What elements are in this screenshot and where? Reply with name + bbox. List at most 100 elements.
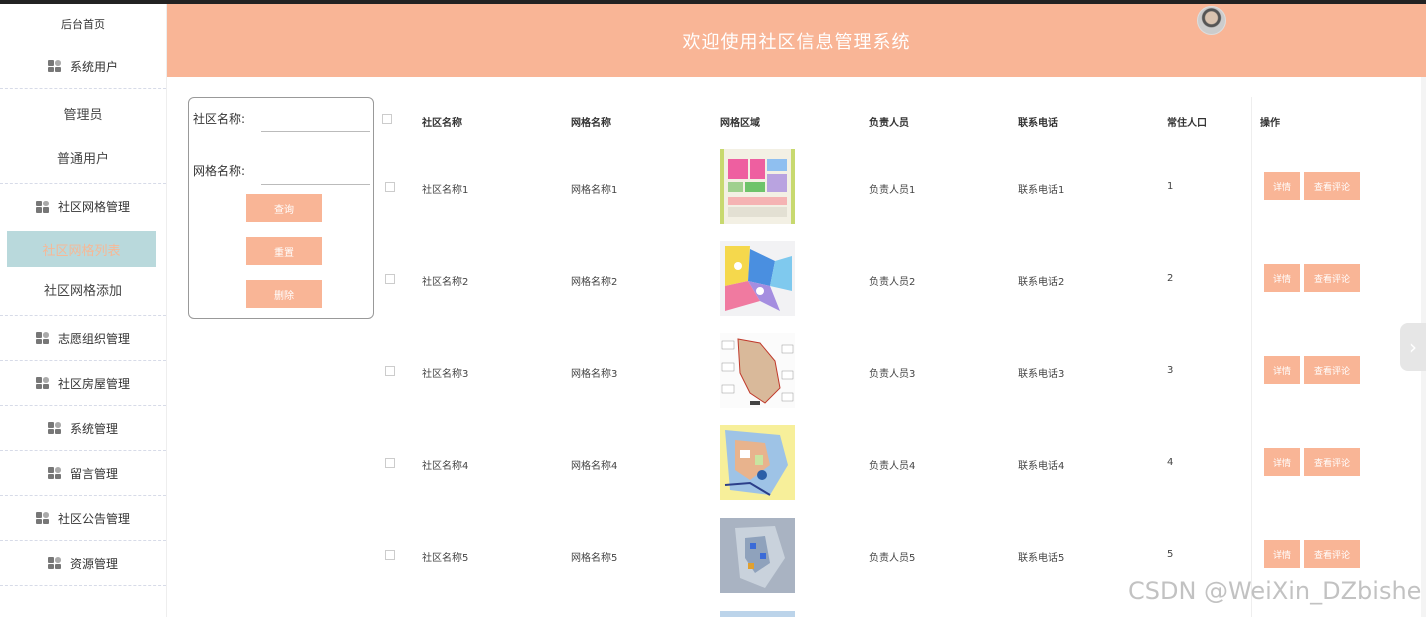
grid-area-image[interactable] [720, 425, 795, 500]
table-row: 社区名称1 网格名称1 负责人员1 联系电话1 1 详情 查看评论 [376, 149, 1422, 241]
sidebar-item-housing[interactable]: 社区房屋管理 [0, 361, 166, 406]
column-header: 操作 [1260, 118, 1280, 129]
cell-phone: 联系电话4 [1018, 461, 1065, 472]
view-comments-button[interactable]: 查看评论 [1304, 264, 1360, 292]
sidebar-item-system-mgmt[interactable]: 系统管理 [0, 406, 166, 451]
sidebar-subitem-grid-add[interactable]: 社区网格添加 [0, 267, 166, 311]
sidebar-subitem-admin[interactable]: 管理员 [0, 91, 166, 135]
column-header: 联系电话 [1018, 118, 1058, 129]
community-name-label: 社区名称: [193, 112, 246, 126]
cell-person: 负责人员5 [869, 553, 916, 564]
row-checkbox[interactable] [385, 182, 395, 192]
detail-button[interactable]: 详情 [1264, 540, 1300, 568]
delete-button[interactable]: 删除 [246, 280, 322, 308]
sidebar-home-link[interactable]: 后台首页 [0, 4, 166, 44]
cell-grid: 网格名称1 [571, 185, 618, 196]
cell-community: 社区名称4 [422, 461, 469, 472]
cell-phone: 联系电话3 [1018, 369, 1065, 380]
avatar[interactable] [1197, 6, 1226, 35]
chevron-right-icon[interactable]: › [1400, 323, 1426, 371]
sidebar-submenu-grid: 社区网格列表 社区网格添加 [0, 229, 166, 316]
cell-person: 负责人员3 [869, 369, 916, 380]
cell-grid: 网格名称3 [571, 369, 618, 380]
cell-population: 1 [1167, 181, 1174, 192]
detail-button[interactable]: 详情 [1264, 172, 1300, 200]
cell-grid: 网格名称4 [571, 461, 618, 472]
menu-grid-icon [35, 332, 50, 344]
grid-name-input[interactable] [261, 184, 370, 185]
menu-grid-icon [35, 377, 50, 389]
page-title: 欢迎使用社区信息管理系统 [682, 31, 911, 53]
cell-phone: 联系电话2 [1018, 277, 1065, 288]
cell-grid: 网格名称2 [571, 277, 618, 288]
row-checkbox[interactable] [385, 550, 395, 560]
cell-population: 4 [1167, 457, 1174, 468]
sidebar-item-system-users[interactable]: 系统用户 [0, 44, 166, 89]
column-header: 负责人员 [869, 118, 909, 129]
cell-population: 3 [1167, 365, 1174, 376]
menu-grid-icon [47, 60, 62, 72]
sidebar-item-resources[interactable]: 资源管理 [0, 541, 166, 586]
column-header: 社区名称 [422, 118, 462, 129]
community-name-input[interactable] [261, 131, 370, 132]
cell-community: 社区名称1 [422, 185, 469, 196]
table-row: 社区名称2 网格名称2 负责人员2 联系电话2 2 详情 查看评论 [376, 241, 1422, 333]
sidebar-subitem-grid-list[interactable]: 社区网格列表 [7, 231, 156, 267]
table-row: 社区名称3 网格名称3 负责人员3 联系电话3 3 详情 查看评论 [376, 333, 1422, 425]
table-row: 社区名称4 网格名称4 负责人员4 联系电话4 4 详情 查看评论 [376, 425, 1422, 517]
grid-name-label: 网格名称: [193, 164, 246, 178]
grid-area-image[interactable] [720, 611, 795, 617]
cell-community: 社区名称2 [422, 277, 469, 288]
grid-area-image[interactable] [720, 149, 795, 224]
detail-button[interactable]: 详情 [1264, 356, 1300, 384]
sidebar-item-volunteer[interactable]: 志愿组织管理 [0, 316, 166, 361]
cell-community: 社区名称5 [422, 553, 469, 564]
column-header: 网格名称 [571, 118, 611, 129]
cell-phone: 联系电话5 [1018, 553, 1065, 564]
search-panel: 社区名称: 网格名称: 查询 重置 删除 [188, 97, 374, 319]
menu-grid-icon [47, 557, 62, 569]
row-checkbox[interactable] [385, 366, 395, 376]
view-comments-button[interactable]: 查看评论 [1304, 356, 1360, 384]
sidebar-subitem-normal-user[interactable]: 普通用户 [0, 135, 166, 179]
column-header: 常住人口 [1167, 118, 1207, 129]
sidebar-item-label: 资源管理 [69, 556, 118, 571]
detail-button[interactable]: 详情 [1264, 264, 1300, 292]
grid-area-image[interactable] [720, 241, 795, 316]
cell-community: 社区名称3 [422, 369, 469, 380]
view-comments-button[interactable]: 查看评论 [1304, 448, 1360, 476]
view-comments-button[interactable]: 查看评论 [1304, 172, 1360, 200]
menu-grid-icon [35, 200, 50, 213]
sidebar-item-announcements[interactable]: 社区公告管理 [0, 496, 166, 541]
sidebar-item-label: 留言管理 [69, 466, 118, 481]
sidebar-item-label: 系统管理 [69, 421, 118, 436]
menu-grid-icon [47, 467, 62, 479]
detail-button[interactable]: 详情 [1264, 448, 1300, 476]
watermark: CSDN @WeiXin_DZbishe [1128, 577, 1422, 605]
grid-area-image[interactable] [720, 333, 795, 408]
sidebar: 后台首页 系统用户 管理员 普通用户 社区网格管理 社区网格列表 社区网格添加 … [0, 4, 167, 617]
reset-button[interactable]: 重置 [246, 237, 322, 265]
cell-population: 5 [1167, 549, 1174, 560]
row-checkbox[interactable] [385, 458, 395, 468]
row-checkbox[interactable] [385, 274, 395, 284]
grid-area-image[interactable] [720, 518, 795, 593]
sidebar-item-label: 社区房屋管理 [57, 376, 130, 391]
cell-grid: 网格名称5 [571, 553, 618, 564]
column-header: 网格区域 [720, 118, 760, 129]
sidebar-item-label: 社区网格管理 [57, 200, 130, 214]
cell-phone: 联系电话1 [1018, 185, 1065, 196]
page-header: 欢迎使用社区信息管理系统 [167, 4, 1426, 77]
view-comments-button[interactable]: 查看评论 [1304, 540, 1360, 568]
sidebar-item-messages[interactable]: 留言管理 [0, 451, 166, 496]
cell-population: 2 [1167, 273, 1174, 284]
sidebar-item-label: 社区公告管理 [57, 511, 130, 526]
sidebar-item-label: 系统用户 [69, 59, 118, 74]
cell-person: 负责人员4 [869, 461, 916, 472]
menu-grid-icon [35, 512, 50, 524]
sidebar-item-grid-mgmt[interactable]: 社区网格管理 [0, 184, 166, 229]
select-all-checkbox[interactable] [382, 114, 392, 124]
cell-person: 负责人员2 [869, 277, 916, 288]
query-button[interactable]: 查询 [246, 194, 322, 222]
sidebar-submenu-users: 管理员 普通用户 [0, 89, 166, 184]
